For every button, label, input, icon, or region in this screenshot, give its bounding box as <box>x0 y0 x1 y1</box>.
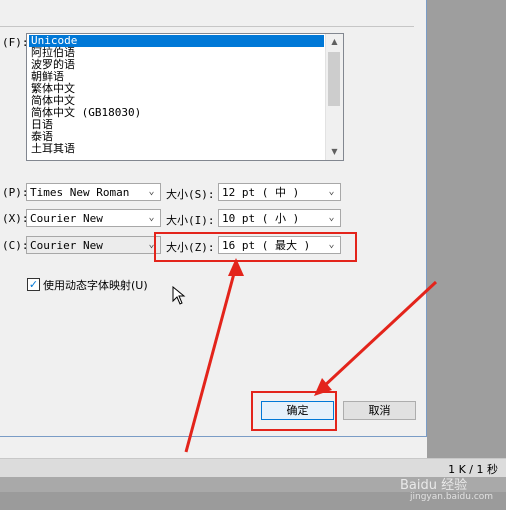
dynamic-font-mapping-checkbox[interactable]: ✓ <box>27 278 40 291</box>
code-font-select[interactable]: Courier New ⌄ <box>26 236 161 254</box>
size-select-i[interactable]: 10 pt ( 小 ) ⌄ <box>218 209 341 227</box>
divider <box>0 26 414 27</box>
proportional-font-label: (P): <box>2 186 29 199</box>
size-label-i: 大小(I): <box>166 214 215 227</box>
fixed-font-select[interactable]: Courier New ⌄ <box>26 209 161 227</box>
code-font-label: (C): <box>2 239 29 252</box>
scroll-thumb[interactable] <box>328 52 340 106</box>
charset-listbox[interactable]: Unicode 阿拉伯语 波罗的语 朝鲜语 繁体中文 简体中文 简体中文 (GB18030)… <box>26 33 344 161</box>
font-dialog: (F): Unicode 阿拉伯语 波罗的语 朝鲜语 繁体中文 简体中文 简体中文 (GB1… <box>0 0 427 437</box>
chevron-down-icon: ⌄ <box>328 186 335 197</box>
size-select-s[interactable]: 12 pt ( 中 ) ⌄ <box>218 183 341 201</box>
list-scrollbar[interactable]: ▲ ▼ <box>325 34 343 160</box>
dynamic-font-mapping-label[interactable]: 使用动态字体映射(U) <box>43 277 148 293</box>
charset-list-items: Unicode 阿拉伯语 波罗的语 朝鲜语 繁体中文 简体中文 简体中文 (GB18030)… <box>29 35 324 155</box>
list-item[interactable]: 日语 <box>29 119 324 131</box>
background-window <box>427 0 506 458</box>
highlight-size-box <box>154 232 357 262</box>
check-icon: ✓ <box>28 278 39 291</box>
fixed-font-label: (X): <box>2 212 29 225</box>
font-list-label: (F): <box>2 36 29 49</box>
size-value-i: 10 pt ( 小 ) <box>222 212 300 225</box>
code-font-value: Courier New <box>30 239 103 252</box>
mouse-cursor-icon <box>172 286 186 305</box>
list-item[interactable]: 简体中文 (GB18030) <box>29 107 324 119</box>
chevron-down-icon: ⌄ <box>148 186 155 197</box>
list-item[interactable]: 土耳其语 <box>29 143 324 155</box>
watermark: Baidu 经验 <box>400 478 468 493</box>
size-label-s: 大小(S): <box>166 188 215 201</box>
chevron-down-icon: ⌄ <box>148 212 155 223</box>
scroll-up-icon[interactable]: ▲ <box>326 34 343 50</box>
proportional-font-select[interactable]: Times New Roman ⌄ <box>26 183 161 201</box>
watermark-url: jingyan.baidu.com <box>410 492 494 502</box>
proportional-font-value: Times New Roman <box>30 186 130 199</box>
fixed-font-value: Courier New <box>30 212 103 225</box>
scroll-down-icon[interactable]: ▼ <box>326 144 343 160</box>
cancel-button[interactable]: 取消 <box>343 401 416 420</box>
list-item[interactable]: 波罗的语 <box>29 59 324 71</box>
chevron-down-icon: ⌄ <box>328 212 335 223</box>
highlight-ok-box <box>251 391 337 431</box>
size-value-s: 12 pt ( 中 ) <box>222 186 300 199</box>
